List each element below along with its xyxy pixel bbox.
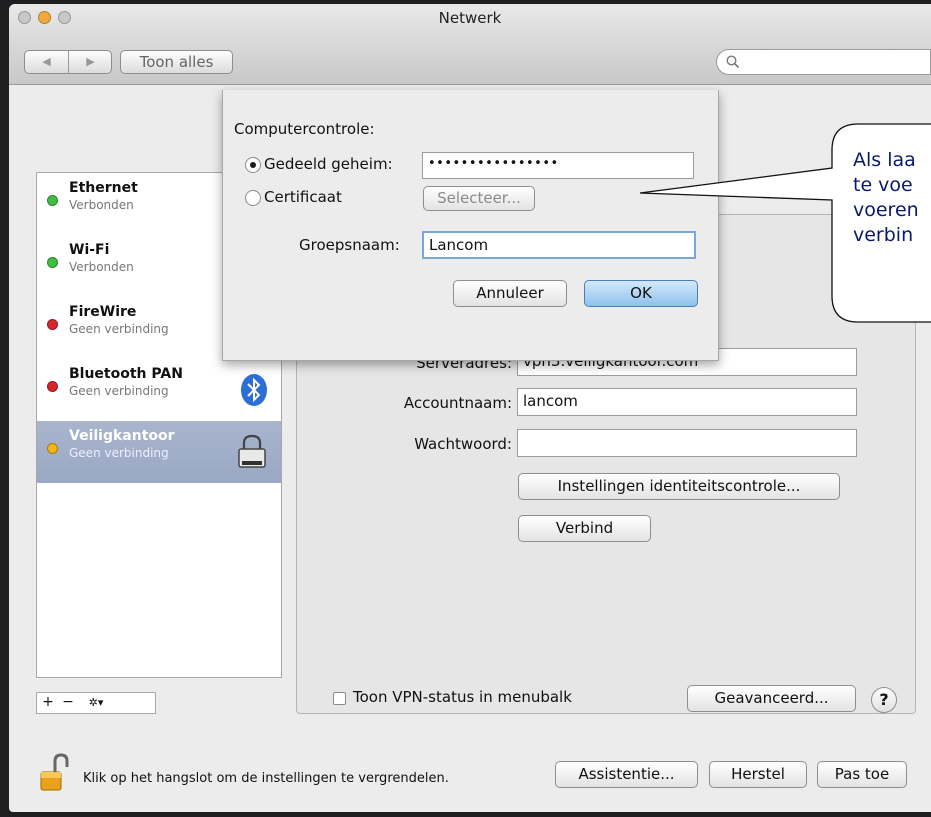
callout-line: te voe	[853, 174, 913, 196]
callout-line: verbin	[853, 224, 914, 246]
callout-line: Als laa	[853, 149, 916, 171]
callout-text: Als laa te voe voeren verbin	[853, 148, 919, 248]
callout-line: voeren	[853, 199, 919, 221]
callout-balloon	[639, 123, 931, 323]
